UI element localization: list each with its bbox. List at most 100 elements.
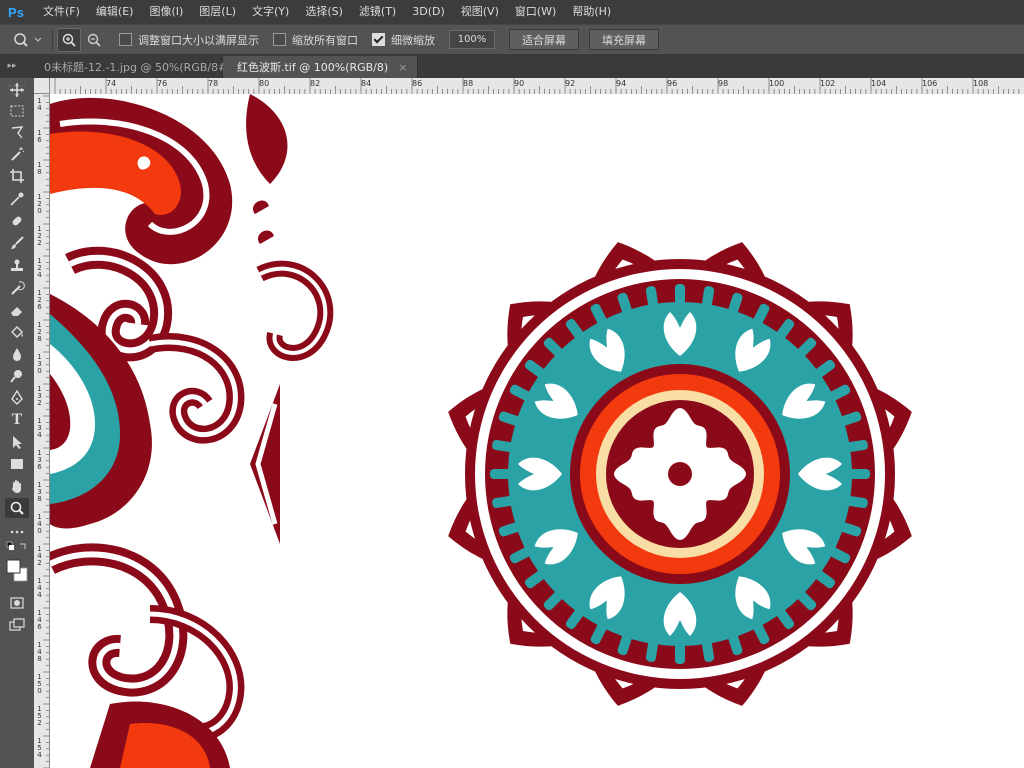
tab-untitled-12[interactable]: 0未标题-12.-1.jpg @ 50%(RGB/8#) × [24, 56, 251, 78]
more-tools-icon[interactable] [5, 522, 29, 542]
ruler-label: 1 2 2 [37, 225, 42, 247]
scrubby-zoom-label: 细微缩放 [391, 33, 435, 47]
options-bar: 调整窗口大小以满屏显示 缩放所有窗口 细微缩放 100% 适合屏幕 填充屏幕 [0, 24, 1024, 54]
menu-3d[interactable]: 3D(D) [404, 0, 453, 24]
move-tool-icon[interactable] [5, 80, 29, 100]
marquee-tool-icon[interactable] [5, 101, 29, 121]
resize-windows-label: 调整窗口大小以满屏显示 [138, 33, 259, 47]
ruler-label: 1 3 8 [37, 481, 42, 503]
horizontal-ruler[interactable]: 74 76 78 80 82 84 86 88 90 92 94 96 98 1… [50, 78, 1024, 95]
ruler-label: 1 3 6 [37, 449, 42, 471]
ruler-label: 76 [157, 79, 168, 88]
menu-filter[interactable]: 滤镜(T) [351, 0, 404, 24]
ruler-label: 78 [208, 79, 219, 88]
resize-windows-checkbox[interactable] [119, 33, 132, 46]
ruler-label: 1 5 2 [37, 705, 42, 727]
zoom-out-icon [87, 33, 101, 47]
ruler-label: 1 4 2 [37, 545, 42, 567]
crop-tool-icon[interactable] [5, 166, 29, 186]
ruler-label: 98 [718, 79, 729, 88]
blur-tool-icon[interactable] [5, 344, 29, 364]
menu-edit[interactable]: 编辑(E) [88, 0, 142, 24]
collapse-panel-icon[interactable]: ▸▸ [0, 54, 24, 78]
menu-image[interactable]: 图像(I) [141, 0, 191, 24]
ruler-label: 1 4 4 [37, 577, 42, 599]
eraser-tool-icon[interactable] [5, 300, 29, 320]
ruler-label: 1 2 4 [37, 257, 42, 279]
ruler-label: 82 [310, 79, 321, 88]
zoom-in-icon [62, 33, 76, 47]
zoom-preset-icon [14, 32, 42, 47]
zoom-in-button[interactable] [57, 27, 81, 52]
menu-help[interactable]: 帮助(H) [564, 0, 619, 24]
tool-preset-picker[interactable] [8, 29, 48, 51]
fill-screen-button[interactable]: 填充屏幕 [589, 29, 659, 50]
ruler-label: 96 [667, 79, 678, 88]
magic-wand-tool-icon[interactable] [5, 144, 29, 164]
ruler-label: 1 5 4 [37, 737, 42, 759]
menu-view[interactable]: 视图(V) [453, 0, 507, 24]
lasso-tool-icon[interactable] [5, 122, 29, 142]
menu-file[interactable]: 文件(F) [35, 0, 88, 24]
default-colors-icon[interactable] [5, 540, 29, 554]
zoom-all-windows-checkbox[interactable] [273, 33, 286, 46]
color-swatches-icon[interactable] [5, 556, 29, 586]
brush-tool-icon[interactable] [5, 233, 29, 253]
menu-layer[interactable]: 图层(L) [191, 0, 244, 24]
tab-red-persian[interactable]: 红色波斯.tif @ 100%(RGB/8) × [223, 56, 419, 78]
mandala-medallion [432, 226, 928, 722]
photoshop-logo-icon: Ps [8, 4, 24, 20]
ruler-label: 90 [514, 79, 525, 88]
ruler-label: 1 3 2 [37, 385, 42, 407]
menu-bar: Ps 文件(F) 编辑(E) 图像(I) 图层(L) 文字(Y) 选择(S) 滤… [0, 0, 1024, 24]
tools-panel: T [0, 78, 35, 768]
tab-title: 红色波斯.tif @ 100%(RGB/8) [237, 61, 389, 74]
ruler-label: 92 [565, 79, 576, 88]
ruler-label: 88 [463, 79, 474, 88]
ruler-label: 84 [361, 79, 372, 88]
type-tool-icon[interactable]: T [5, 410, 29, 430]
vertical-ruler[interactable]: 1 4 1 6 1 8 1 2 0 1 2 2 1 2 4 1 2 6 1 2 … [34, 94, 50, 768]
zoom-tool-icon[interactable] [5, 498, 29, 518]
zoom-percent-field[interactable]: 100% [449, 30, 495, 49]
paint-bucket-tool-icon[interactable] [5, 322, 29, 342]
document-tab-bar: ▸▸ 0未标题-12.-1.jpg @ 50%(RGB/8#) × 红色波斯.t… [0, 54, 1024, 78]
ruler-label: 1 5 0 [37, 673, 42, 695]
ruler-label: 86 [412, 79, 423, 88]
zoom-all-windows-label: 缩放所有窗口 [292, 33, 358, 47]
ruler-label: 1 4 0 [37, 513, 42, 535]
ruler-label: 1 8 [37, 161, 42, 176]
screen-mode-icon[interactable] [5, 615, 29, 635]
ruler-label: 80 [259, 79, 270, 88]
ruler-label: 100 [769, 79, 785, 88]
path-selection-tool-icon[interactable] [5, 432, 29, 452]
menu-select[interactable]: 选择(S) [297, 0, 351, 24]
eyedropper-tool-icon[interactable] [5, 189, 29, 209]
rectangle-tool-icon[interactable] [5, 454, 29, 474]
zoom-out-button[interactable] [83, 29, 105, 51]
tab-title: 0未标题-12.-1.jpg @ 50%(RGB/8#) [44, 61, 232, 74]
healing-brush-tool-icon[interactable] [5, 211, 29, 231]
ruler-origin[interactable] [34, 78, 50, 94]
menu-window[interactable]: 窗口(W) [507, 0, 564, 24]
ruler-label: 1 4 6 [37, 609, 42, 631]
ruler-label: 74 [106, 79, 117, 88]
ruler-label: 108 [973, 79, 989, 88]
document-canvas[interactable] [50, 94, 1024, 768]
hand-tool-icon[interactable] [5, 476, 29, 496]
dodge-tool-icon[interactable] [5, 366, 29, 386]
pen-tool-icon[interactable] [5, 388, 29, 408]
close-icon[interactable]: × [398, 61, 407, 74]
quick-mask-icon[interactable] [5, 593, 29, 613]
ruler-label: 102 [820, 79, 836, 88]
ruler-label: 1 2 6 [37, 289, 42, 311]
fit-screen-button[interactable]: 适合屏幕 [509, 29, 579, 50]
divider [52, 29, 53, 50]
menu-type[interactable]: 文字(Y) [244, 0, 297, 24]
history-brush-tool-icon[interactable] [5, 278, 29, 298]
ruler-label: 1 4 8 [37, 641, 42, 663]
clone-stamp-tool-icon[interactable] [5, 256, 29, 276]
ruler-label: 1 4 [37, 97, 42, 112]
scrubby-zoom-checkbox[interactable] [372, 33, 385, 46]
ruler-label: 104 [871, 79, 887, 88]
